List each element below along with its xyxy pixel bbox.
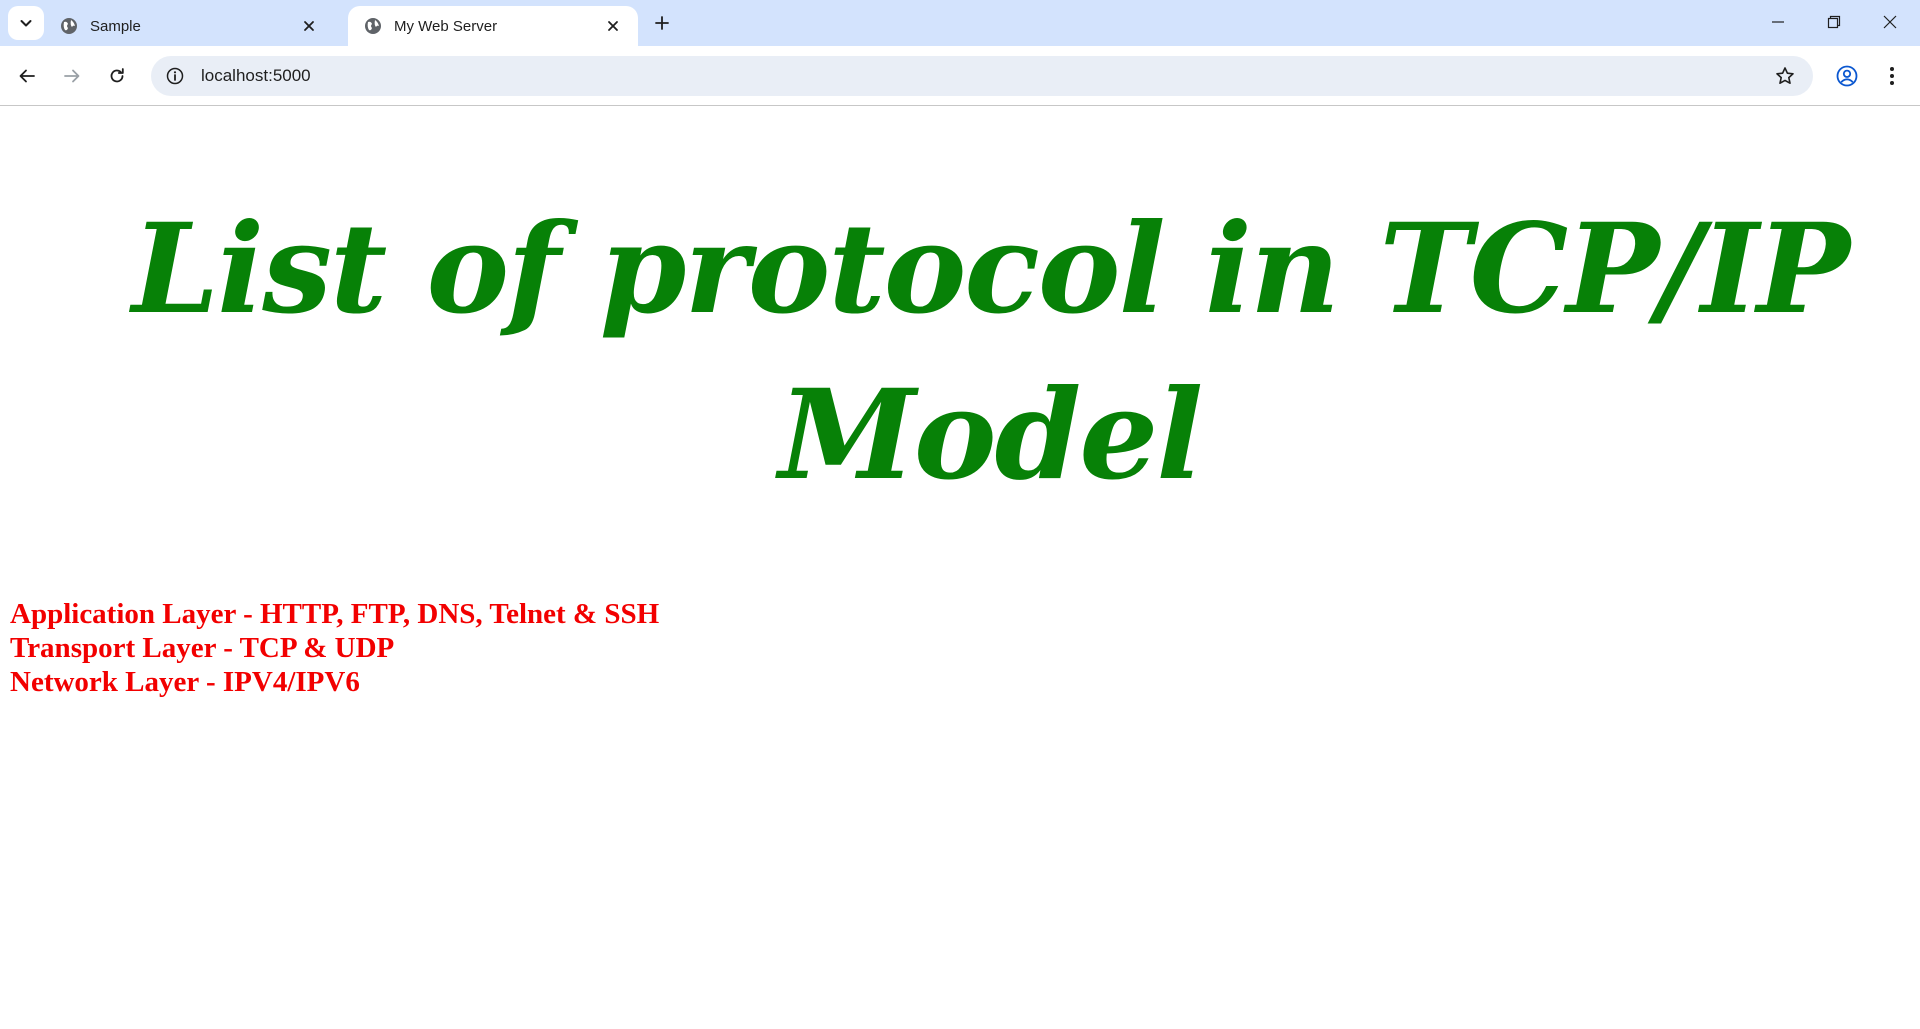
chevron-down-icon: [20, 20, 32, 27]
reload-button[interactable]: [99, 58, 135, 94]
back-button[interactable]: [9, 58, 45, 94]
tab-sample[interactable]: Sample: [44, 6, 334, 46]
browser-menu-button[interactable]: [1874, 58, 1910, 94]
page-heading: List of protocol in TCP/IP Model: [60, 187, 1920, 519]
browser-toolbar: localhost:5000: [0, 46, 1920, 106]
profile-button[interactable]: [1829, 58, 1865, 94]
protocol-list: Application Layer - HTTP, FTP, DNS, Teln…: [10, 597, 659, 699]
tab-title: My Web Server: [394, 17, 498, 35]
globe-icon: [365, 18, 381, 34]
protocol-item-network: Network Layer - IPV4/IPV6: [10, 666, 360, 698]
site-info-button[interactable]: [155, 56, 195, 96]
close-icon: [1883, 15, 1897, 29]
tab-my-web-server[interactable]: My Web Server: [348, 6, 638, 46]
plus-icon: [655, 16, 669, 30]
page-content: List of protocol in TCP/IP Model Applica…: [0, 107, 1920, 1029]
star-icon: [1776, 67, 1794, 84]
tab-search-button[interactable]: [8, 6, 44, 40]
forward-button[interactable]: [54, 58, 90, 94]
close-icon: [304, 21, 314, 31]
info-icon: [166, 67, 184, 85]
arrow-right-icon: [64, 69, 80, 83]
arrow-left-icon: [19, 69, 35, 83]
minimize-button[interactable]: [1750, 0, 1806, 44]
address-url[interactable]: localhost:5000: [201, 66, 1765, 86]
heading-line-1: List of protocol in TCP/IP: [131, 197, 1850, 342]
tab-strip: Sample My Web Server: [0, 0, 1920, 46]
protocol-item-transport: Transport Layer - TCP & UDP: [10, 632, 395, 664]
new-tab-button[interactable]: [648, 9, 676, 37]
protocol-item-application: Application Layer - HTTP, FTP, DNS, Teln…: [10, 598, 660, 630]
restore-icon: [1827, 15, 1841, 29]
close-icon: [608, 21, 618, 31]
restore-button[interactable]: [1806, 0, 1862, 44]
tab-close-button[interactable]: [602, 15, 624, 37]
kebab-menu-icon: [1890, 67, 1894, 85]
tab-title: Sample: [90, 17, 141, 35]
address-bar[interactable]: localhost:5000: [151, 56, 1813, 96]
reload-icon: [110, 68, 124, 83]
tab-close-button[interactable]: [298, 15, 320, 37]
bookmark-button[interactable]: [1765, 56, 1805, 96]
heading-line-2: Model: [778, 363, 1204, 508]
globe-icon: [61, 18, 77, 34]
profile-icon: [1836, 65, 1858, 87]
minimize-icon: [1772, 21, 1784, 23]
close-window-button[interactable]: [1862, 0, 1918, 44]
